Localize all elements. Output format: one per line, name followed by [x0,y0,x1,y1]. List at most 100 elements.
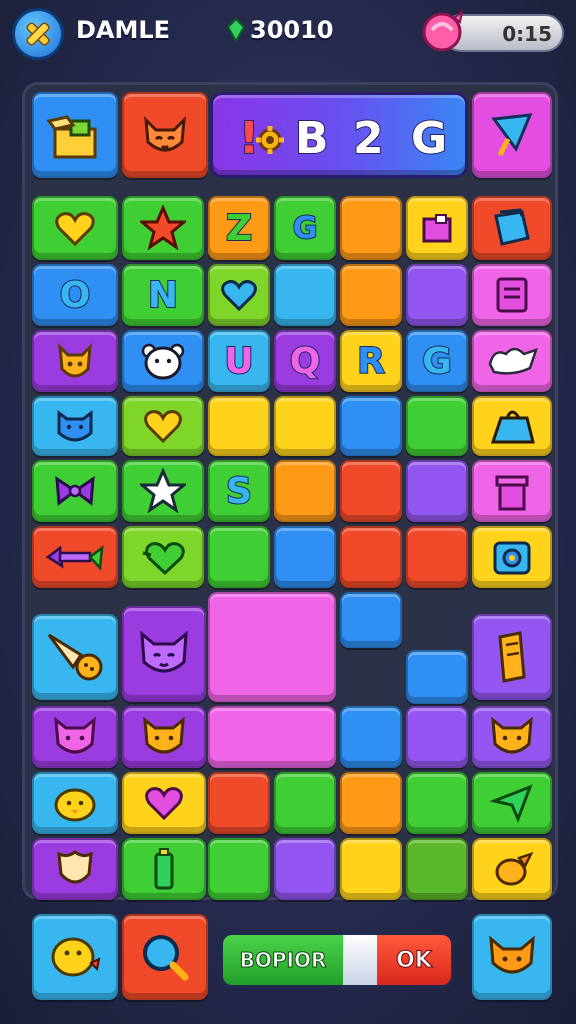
tile-blue[interactable] [340,396,402,456]
tile-red[interactable] [340,526,402,588]
heart-outline-icon [221,280,257,312]
tile-violet[interactable] [406,706,468,768]
wand-icon [45,545,104,571]
profile-button[interactable] [12,8,64,60]
tile-green[interactable] [208,526,270,588]
tile-pink-large[interactable] [208,592,336,702]
bird-icon [495,851,534,886]
tile-scroll[interactable] [472,614,552,700]
tile-plane[interactable] [472,772,552,834]
heart-icon [145,787,183,821]
score-display: 30010 [226,16,334,44]
tile-chick[interactable] [32,772,118,834]
fox-button[interactable] [472,914,552,1000]
tile-red[interactable] [406,526,468,588]
tile-green[interactable] [406,838,468,900]
tile-orange[interactable] [340,196,402,260]
tile-yellow[interactable] [274,396,336,456]
tile-red[interactable] [340,460,402,522]
tile-cat-purple[interactable] [122,606,206,702]
cloud-icon [488,347,538,375]
tile-heart-green[interactable] [122,526,204,588]
ok-button[interactable]: OK [377,935,451,985]
tile-letter: O [59,274,92,317]
tile-violet[interactable] [406,460,468,522]
bow-icon [55,476,95,506]
tile-letter-z[interactable]: Z [208,196,270,260]
folder-icon [422,214,452,243]
tile-fox[interactable] [122,92,208,178]
tile-heart-yellow[interactable] [122,396,204,456]
tile-yellow[interactable] [208,396,270,456]
heart-icon [142,542,185,576]
tile-bow[interactable] [32,460,118,522]
tile-orange[interactable] [274,460,336,522]
tile-folder[interactable] [406,196,468,260]
tile-violet[interactable] [406,264,468,326]
tile-letter-n[interactable]: N [122,264,204,326]
search-button[interactable] [122,914,208,1000]
tile-bird[interactable] [472,838,552,900]
tile-bear[interactable] [122,330,204,392]
tile-letter-s[interactable]: S [208,460,270,522]
tile-yellow[interactable] [340,838,402,900]
tile-cat-violet[interactable] [472,706,552,768]
tile-squirrel[interactable] [32,330,118,392]
tile-bag[interactable] [472,396,552,456]
tile-blue[interactable] [274,526,336,588]
tile-letter-u[interactable]: U [208,330,270,392]
tile-red[interactable] [208,772,270,834]
fox-face-icon [489,935,535,974]
tile-orange[interactable] [340,264,402,326]
tile-cat-pink[interactable] [32,706,118,768]
tile-kite[interactable] [472,92,552,178]
tile-letter-o[interactable]: O [32,264,118,326]
tile-battery[interactable] [122,838,206,900]
tile-violet[interactable] [274,838,336,900]
tile-green[interactable] [406,772,468,834]
tile-card[interactable] [472,264,552,326]
heart-icon [144,410,182,444]
search-icon [143,935,189,981]
action-left-button[interactable]: BOPIOR [223,935,343,985]
tile-green[interactable] [406,396,468,456]
tile-heart-outline[interactable] [208,264,270,326]
kite-icon [491,113,533,157]
tile-green[interactable] [274,772,336,834]
action-bar: BOPIOR OK [220,932,454,988]
emoji-button[interactable] [32,914,118,1000]
tile-star[interactable] [122,196,204,260]
tile-shield[interactable] [32,838,118,900]
tile-letter-q[interactable]: Q [274,330,336,392]
tile-camera[interactable] [472,526,552,588]
tile-wand[interactable] [32,526,118,588]
shield-icon [57,850,93,884]
heart-icon [55,212,95,247]
tile-letter: Z [225,207,253,250]
tile-orange[interactable] [340,772,402,834]
tile-blue[interactable] [340,592,402,648]
tile-cat-orange[interactable] [122,706,206,768]
tile-pink[interactable] [208,706,336,768]
top-bar: DAMLE 30010 0:15 [0,0,576,66]
tile-green[interactable] [208,838,270,900]
tile-sky[interactable] [274,264,336,326]
gift-box-icon [47,115,97,159]
tile-heart-pink[interactable] [122,772,206,834]
tile-ice-cream[interactable] [32,614,118,700]
tile-jar[interactable] [472,460,552,522]
tile-box[interactable] [472,196,552,260]
tile-blue[interactable] [340,706,402,768]
tile-blue[interactable] [406,650,468,704]
player-name: DAMLE [76,16,171,44]
tile-cloud[interactable] [472,330,552,392]
tile-letter-g[interactable]: G [274,196,336,260]
tile-letter-g2[interactable]: G [406,330,468,392]
tile-star-white[interactable] [122,460,204,522]
banner-letter-1: B [294,112,330,165]
tile-heart[interactable] [32,196,118,260]
tile-gift-box[interactable] [32,92,118,178]
tile-letter-r[interactable]: R [340,330,402,392]
cat-face-icon [57,410,93,442]
tile-cat-blue[interactable] [32,396,118,456]
